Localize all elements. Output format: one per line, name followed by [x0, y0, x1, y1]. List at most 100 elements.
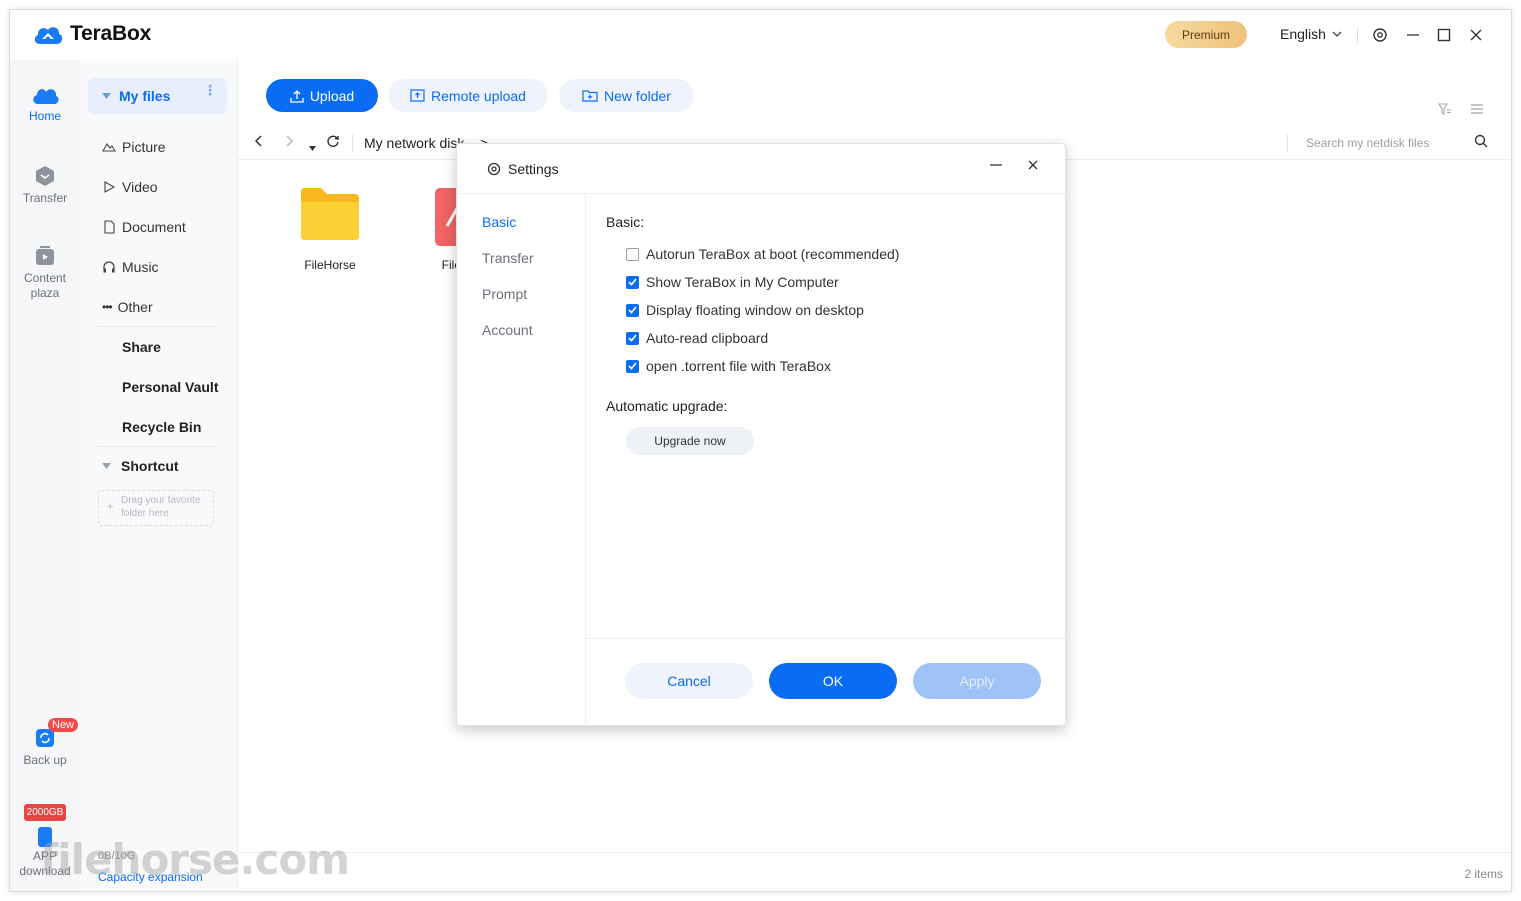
- titlebar-separator: [1357, 27, 1358, 43]
- rail-content-plaza-label-2: plaza: [30, 286, 60, 300]
- checkbox-checked[interactable]: [626, 331, 639, 345]
- back-button[interactable]: [254, 134, 264, 151]
- chevron-right-icon: [286, 135, 294, 147]
- ok-button[interactable]: OK: [769, 663, 897, 699]
- new-folder-icon: [582, 90, 598, 102]
- search-icon: [1474, 134, 1488, 148]
- refresh-icon: [327, 135, 339, 147]
- rail-home-label: Home: [28, 109, 61, 123]
- sidebar-divider: [98, 446, 216, 447]
- sidebar-item-music[interactable]: Music: [102, 259, 159, 275]
- sidebar-item-personal-vault[interactable]: Personal Vault: [122, 379, 218, 395]
- rail-transfer[interactable]: Transfer: [10, 164, 80, 206]
- file-name: FileHorse: [304, 258, 356, 272]
- document-label: Document: [122, 219, 186, 235]
- more-options-icon[interactable]: ⋮: [203, 83, 217, 97]
- tab-transfer[interactable]: Transfer: [482, 250, 534, 266]
- chevron-left-icon: [254, 135, 262, 147]
- video-label: Video: [122, 179, 158, 195]
- maximize-icon: [1437, 28, 1451, 42]
- title-bar: TeraBox Premium English: [10, 10, 1511, 60]
- search-separator: [1287, 134, 1288, 152]
- settings-title: Settings: [487, 161, 559, 177]
- option-floating-window[interactable]: Display floating window on desktop: [626, 302, 864, 318]
- option-autorun[interactable]: Autorun TeraBox at boot (recommended): [626, 246, 899, 262]
- checkbox-unchecked[interactable]: [626, 247, 639, 261]
- sidebar-divider: [98, 326, 216, 327]
- document-icon: [104, 220, 115, 234]
- nav-rail: Home Transfer Content plaza New Back up …: [10, 60, 80, 891]
- breadcrumb-root[interactable]: My network disk: [364, 135, 464, 151]
- dropzone-text-1: Drag your favorite: [121, 495, 201, 506]
- gear-icon: [1373, 28, 1387, 42]
- folder-icon: [301, 188, 359, 240]
- option-auto-read-clipboard[interactable]: Auto-read clipboard: [626, 330, 768, 346]
- forward-button[interactable]: [284, 134, 294, 151]
- cancel-button[interactable]: Cancel: [625, 663, 753, 699]
- shortcut-dropzone[interactable]: + Drag your favorite folder here: [98, 490, 214, 526]
- maximize-button[interactable]: [1434, 25, 1454, 45]
- dialog-minimize-button[interactable]: [989, 158, 1003, 177]
- settings-tabs: Basic Transfer Prompt Account: [457, 194, 586, 726]
- items-count: 2 items: [1464, 867, 1503, 881]
- minimize-button[interactable]: [1403, 25, 1423, 45]
- language-selector[interactable]: English: [1280, 26, 1342, 42]
- search-button[interactable]: [1474, 134, 1488, 153]
- dialog-close-button[interactable]: [1026, 158, 1040, 177]
- list-view-button[interactable]: [1470, 102, 1484, 121]
- app-title: TeraBox: [70, 22, 152, 45]
- nav-separator: [352, 134, 353, 152]
- sidebar-item-picture[interactable]: Picture: [102, 139, 166, 155]
- sidebar-item-document[interactable]: Document: [102, 219, 186, 235]
- rail-backup[interactable]: New Back up: [10, 718, 80, 768]
- upload-button[interactable]: Upload: [266, 79, 378, 112]
- checkbox-checked[interactable]: [626, 359, 639, 373]
- list-view-icon: [1471, 104, 1483, 114]
- caret-down-icon: [102, 93, 111, 99]
- search-input[interactable]: Search my netdisk files: [1306, 136, 1429, 150]
- check-icon: [628, 278, 637, 286]
- file-item-folder[interactable]: FileHorse: [285, 186, 375, 272]
- remote-upload-button[interactable]: Remote upload: [388, 79, 548, 112]
- tab-basic[interactable]: Basic: [482, 214, 516, 230]
- tab-account[interactable]: Account: [482, 322, 533, 338]
- settings-dialog-header: Settings: [457, 144, 1065, 194]
- premium-button[interactable]: Premium: [1165, 21, 1247, 48]
- checkbox-checked[interactable]: [626, 275, 639, 289]
- rail-content-plaza[interactable]: Content plaza: [10, 244, 80, 301]
- sidebar-item-recycle-bin[interactable]: Recycle Bin: [122, 419, 201, 435]
- option-open-torrent[interactable]: open .torrent file with TeraBox: [626, 358, 831, 374]
- gb-badge: 2000GB: [23, 804, 67, 821]
- upgrade-now-button[interactable]: Upgrade now: [626, 427, 754, 455]
- close-window-button[interactable]: [1466, 25, 1486, 45]
- tab-prompt[interactable]: Prompt: [482, 286, 527, 302]
- minimize-icon: [990, 164, 1002, 166]
- sidebar-item-video[interactable]: Video: [102, 179, 158, 195]
- option-show-in-computer[interactable]: Show TeraBox in My Computer: [626, 274, 839, 290]
- upload-icon: [290, 89, 304, 103]
- filter-button[interactable]: [1438, 102, 1452, 121]
- settings-basic-panel: Basic: Autorun TeraBox at boot (recommen…: [586, 194, 1066, 639]
- checkbox-checked[interactable]: [626, 303, 639, 317]
- settings-gear-button[interactable]: [1370, 25, 1390, 45]
- check-icon: [628, 362, 637, 370]
- check-icon: [628, 334, 637, 342]
- close-icon: [1470, 29, 1482, 41]
- sidebar-item-my-files[interactable]: My files ⋮: [88, 78, 227, 114]
- apply-button[interactable]: Apply: [913, 663, 1041, 699]
- sidebar-item-shortcut[interactable]: Shortcut: [102, 458, 179, 474]
- sidebar-item-share[interactable]: Share: [122, 339, 161, 355]
- rail-home[interactable]: Home: [10, 84, 80, 124]
- sidebar-item-other[interactable]: ••• Other: [102, 299, 153, 315]
- music-label: Music: [122, 259, 159, 275]
- refresh-button[interactable]: [326, 134, 340, 151]
- option-label: Autorun TeraBox at boot (recommended): [646, 246, 900, 262]
- option-label: Show TeraBox in My Computer: [646, 274, 839, 290]
- option-label: Display floating window on desktop: [646, 302, 864, 318]
- content-plaza-icon: [36, 246, 54, 265]
- picture-icon: [102, 143, 116, 152]
- plus-icon: +: [107, 501, 114, 513]
- history-dropdown[interactable]: [309, 138, 316, 154]
- gear-icon: [487, 162, 501, 176]
- new-folder-button[interactable]: New folder: [559, 79, 694, 112]
